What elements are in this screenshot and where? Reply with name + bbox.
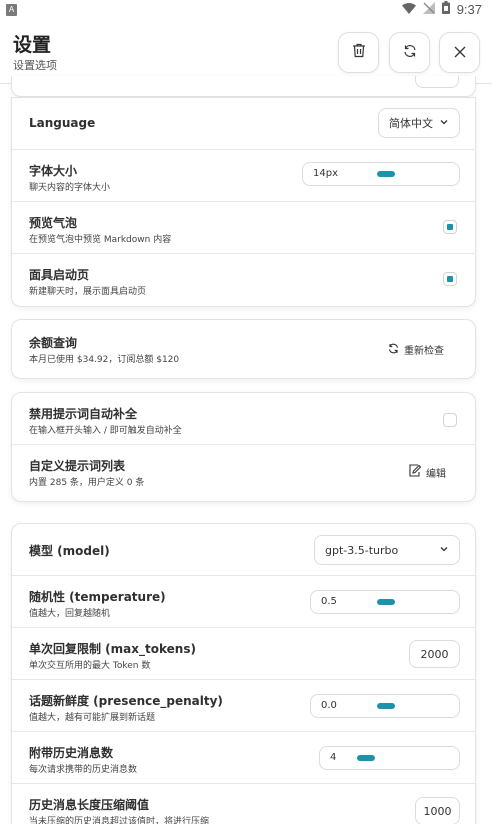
- refresh-icon: [403, 43, 417, 62]
- model-label: 模型 (model): [29, 544, 110, 558]
- mask-launch-desc: 新建聊天时，展示面具启动页: [29, 287, 147, 297]
- status-time: 9:37: [456, 1, 482, 17]
- temperature-desc: 值越大，回复越随机: [29, 609, 111, 619]
- edit-icon: [409, 464, 422, 480]
- wifi-icon: [401, 2, 416, 17]
- disable-autocomplete-row: 禁用提示词自动补全 在输入框开头输入 / 即可触发自动补全: [12, 393, 475, 445]
- language-label: Language: [29, 116, 96, 130]
- prompt-settings-card: 禁用提示词自动补全 在输入框开头输入 / 即可触发自动补全 自定义提示词列表 内…: [11, 392, 476, 502]
- edit-label: 编辑: [426, 468, 446, 480]
- disable-autocomplete-checkbox[interactable]: [443, 413, 457, 427]
- compress-threshold-input[interactable]: 1000: [415, 797, 460, 824]
- history-count-desc: 每次请求携带的历史消息数: [29, 765, 138, 775]
- refresh-icon: [388, 343, 399, 357]
- close-icon: [454, 43, 466, 62]
- recheck-label: 重新检查: [404, 346, 444, 357]
- language-select[interactable]: 简体中文: [378, 108, 460, 138]
- slider-thumb[interactable]: [356, 755, 375, 761]
- presence-penalty-label: 话题新鲜度 (presence_penalty): [29, 694, 223, 708]
- page-subtitle: 设置选项: [13, 59, 57, 72]
- check-mark: [447, 276, 453, 282]
- slider-thumb[interactable]: [376, 599, 395, 605]
- status-bar: A 9:37: [0, 0, 492, 22]
- max-tokens-input[interactable]: 2000: [409, 640, 460, 668]
- history-count-slider[interactable]: 4: [319, 746, 460, 770]
- history-count-row: 附带历史消息数 每次请求携带的历史消息数 4: [12, 732, 475, 784]
- preview-bubble-desc: 在预览气泡中预览 Markdown 内容: [29, 235, 172, 245]
- recheck-button[interactable]: 重新检查: [388, 342, 444, 357]
- temperature-row: 随机性 (temperature) 值越大，回复越随机 0.5: [12, 576, 475, 628]
- battery-icon: [441, 1, 450, 17]
- compress-threshold-desc: 当未压缩的历史消息超过该值时，将进行压缩: [29, 817, 210, 824]
- font-size-row: 字体大小 聊天内容的字体大小 14px: [12, 150, 475, 202]
- temperature-label: 随机性 (temperature): [29, 590, 166, 604]
- settings-header: 设置 设置选项: [0, 22, 492, 84]
- preview-bubble-checkbox[interactable]: [443, 220, 457, 234]
- language-value: 简体中文: [389, 117, 433, 130]
- presence-penalty-value: 0.0: [321, 700, 337, 711]
- max-tokens-row: 单次回复限制 (max_tokens) 单次交互所用的最大 Token 数 20…: [12, 628, 475, 680]
- mask-launch-checkbox[interactable]: [443, 272, 457, 286]
- custom-prompts-label: 自定义提示词列表: [29, 459, 126, 473]
- model-row: 模型 (model) gpt-3.5-turbo: [12, 524, 475, 576]
- balance-card: 余额查询 本月已使用 $34.92，订阅总额 $120 重新检查: [11, 319, 476, 379]
- slider-thumb[interactable]: [376, 171, 395, 177]
- presence-penalty-slider[interactable]: 0.0: [310, 694, 460, 718]
- previous-settings-card: [11, 76, 476, 97]
- chevron-down-icon: [439, 117, 449, 130]
- font-size-desc: 聊天内容的字体大小: [29, 183, 111, 193]
- max-tokens-desc: 单次交互所用的最大 Token 数: [29, 661, 151, 671]
- temperature-slider[interactable]: 0.5: [310, 590, 460, 614]
- language-row: Language 简体中文: [12, 98, 475, 150]
- max-tokens-label: 单次回复限制 (max_tokens): [29, 642, 196, 656]
- close-button[interactable]: [439, 32, 480, 73]
- presence-penalty-desc: 值越大，越有可能扩展到新话题: [29, 713, 156, 723]
- compress-threshold-label: 历史消息长度压缩阈值: [29, 798, 150, 812]
- temperature-value: 0.5: [321, 596, 337, 607]
- reset-button[interactable]: [389, 32, 430, 73]
- appearance-settings-card: Language 简体中文 字体大小 聊天内容的字体大小 14px 预览气泡 在…: [11, 97, 476, 307]
- partial-control: [415, 76, 459, 88]
- app-notification-icon: A: [6, 4, 17, 16]
- check-mark: [447, 224, 453, 230]
- font-size-slider[interactable]: 14px: [302, 162, 460, 186]
- model-select[interactable]: gpt-3.5-turbo: [314, 535, 460, 565]
- font-size-value: 14px: [313, 168, 338, 179]
- custom-prompts-row: 自定义提示词列表 内置 285 条，用户定义 0 条 编辑: [12, 445, 475, 497]
- balance-label: 余额查询: [29, 336, 78, 350]
- history-count-label: 附带历史消息数: [29, 746, 114, 760]
- mask-launch-row: 面具启动页 新建聊天时，展示面具启动页: [12, 254, 475, 306]
- balance-desc: 本月已使用 $34.92，订阅总额 $120: [29, 355, 180, 365]
- mask-launch-label: 面具启动页: [29, 268, 90, 282]
- clear-data-button[interactable]: [338, 32, 379, 73]
- model-settings-card: 模型 (model) gpt-3.5-turbo 随机性 (temperatur…: [11, 523, 476, 824]
- disable-autocomplete-label: 禁用提示词自动补全: [29, 407, 138, 421]
- status-icons: 9:37: [401, 1, 482, 17]
- preview-bubble-label: 预览气泡: [29, 216, 78, 230]
- page-title: 设置: [13, 34, 52, 56]
- balance-row: 余额查询 本月已使用 $34.92，订阅总额 $120 重新检查: [12, 320, 475, 378]
- slider-thumb[interactable]: [376, 703, 395, 709]
- trash-icon: [352, 43, 366, 62]
- edit-prompts-button[interactable]: 编辑: [409, 464, 446, 480]
- chevron-down-icon: [439, 544, 449, 557]
- compress-threshold-row: 历史消息长度压缩阈值 当未压缩的历史消息超过该值时，将进行压缩 1000: [12, 784, 475, 824]
- signal-icon: [422, 1, 435, 17]
- model-value: gpt-3.5-turbo: [325, 543, 399, 557]
- preview-bubble-row: 预览气泡 在预览气泡中预览 Markdown 内容: [12, 202, 475, 254]
- custom-prompts-desc: 内置 285 条，用户定义 0 条: [29, 478, 145, 488]
- font-size-label: 字体大小: [29, 164, 78, 178]
- history-count-value: 4: [330, 752, 337, 763]
- disable-autocomplete-desc: 在输入框开头输入 / 即可触发自动补全: [29, 426, 182, 436]
- presence-penalty-row: 话题新鲜度 (presence_penalty) 值越大，越有可能扩展到新话题 …: [12, 680, 475, 732]
